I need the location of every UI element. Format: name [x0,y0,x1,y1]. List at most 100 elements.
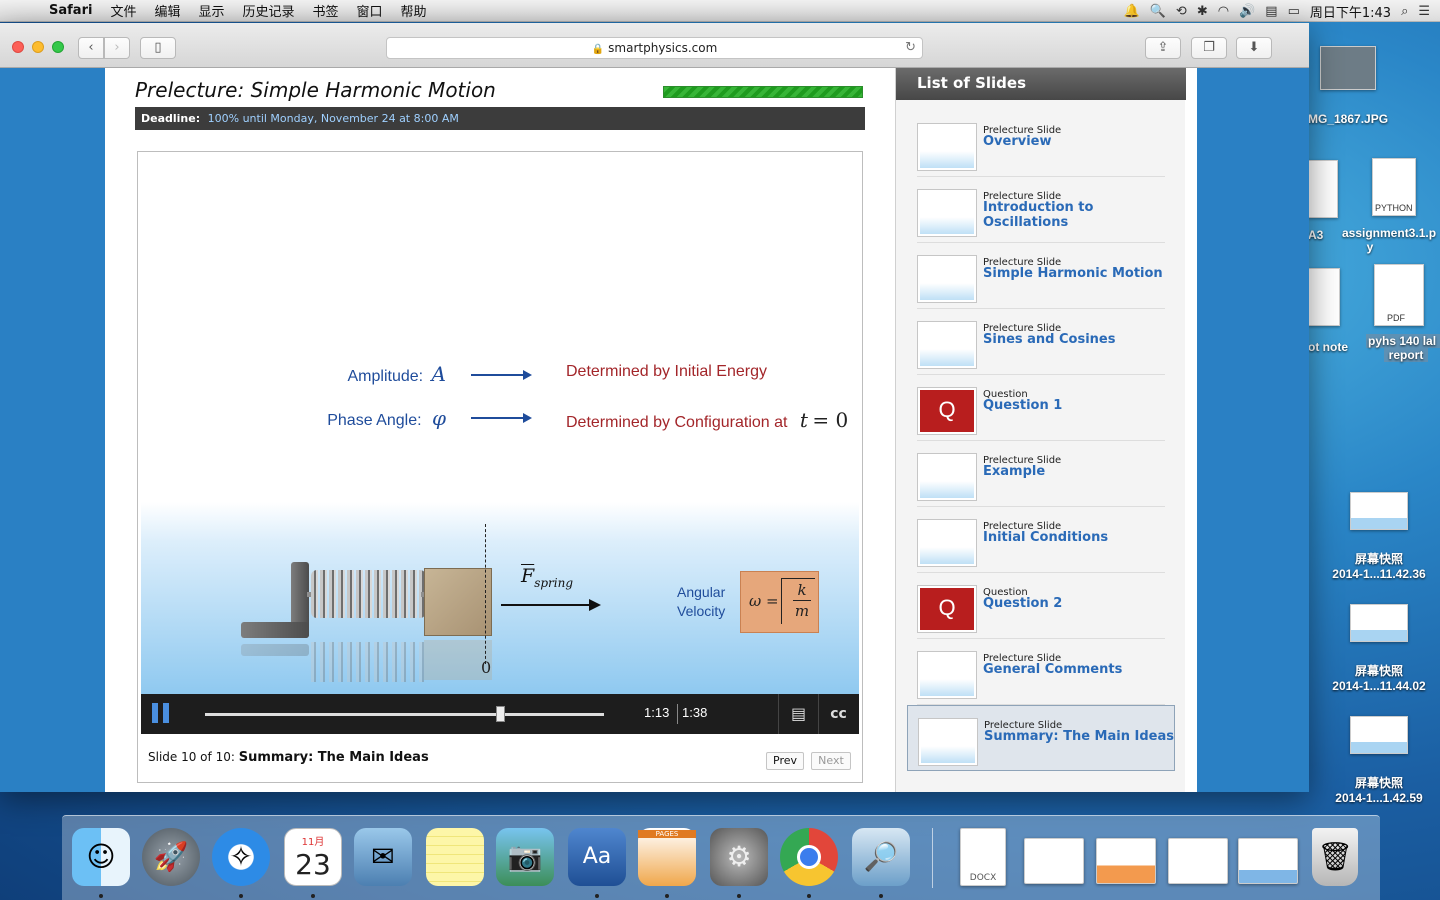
slide-item-initial-conditions[interactable]: Prelecture Slide Initial Conditions [917,507,1165,573]
recent-window-thumb-3[interactable] [1168,838,1228,884]
phase-explanation-text: Determined by Configuration at [566,414,788,431]
phase-explanation: Determined by Configuration at t = 0 [566,408,848,432]
pages-icon[interactable]: PAGES [638,828,696,886]
sidebar-toggle-button[interactable]: ▯ [140,37,176,59]
wifi-icon[interactable]: ◠ [1218,4,1229,19]
preview-icon[interactable]: 🔎 [852,828,910,886]
mail-icon[interactable]: ✉ [354,828,412,886]
desktop-item-label: 屏幕快照 [1354,776,1403,790]
desktop-a3-file[interactable]: A3 [1308,160,1344,242]
menu-bookmarks[interactable]: 书签 [304,1,348,20]
running-indicator [239,894,243,898]
slide-thumbnail-content [921,721,975,763]
question-q-icon: Q [920,390,974,432]
slide-item-example[interactable]: Prelecture Slide Example [917,441,1165,507]
slide-item-intro-oscillations[interactable]: Prelecture Slide Introduction to Oscillat… [917,177,1165,243]
address-bar[interactable]: 🔒 smartphysics.com ↻ [386,37,923,59]
slide-item-name: Sines and Cosines [983,332,1116,347]
launchpad-icon[interactable]: 🚀 [142,828,200,886]
trash-icon[interactable]: 🗑 [1312,828,1358,886]
desktop-item-label: pyhs 140 lal [1366,334,1440,348]
desktop-image-file[interactable]: MG_1867.JPG [1308,46,1440,126]
fraction: k m [793,580,811,621]
amplitude-explanation: Determined by Initial Energy [566,363,767,380]
time-machine-icon[interactable]: ⟲ [1176,4,1187,19]
closed-captions-icon[interactable]: cc [818,694,858,734]
docx-label: DOCX [969,873,997,883]
minimize-window-icon[interactable] [32,41,44,53]
phase-condition-t: t [799,408,808,432]
menu-help[interactable]: 帮助 [392,1,436,20]
desktop-pdf-file[interactable]: PDF pyhs 140 lal report [1366,264,1440,362]
search-status-icon[interactable]: 🔍 [1150,4,1166,19]
slide-canvas[interactable]: Amplitude: A Determined by Initial Energ… [141,152,859,694]
slide-item-sines-cosines[interactable]: Prelecture Slide Sines and Cosines [917,309,1165,375]
recent-window-thumb-1[interactable] [1024,838,1084,884]
menu-edit[interactable]: 编辑 [145,1,189,20]
recent-window-thumb-2[interactable] [1096,838,1156,884]
bluetooth-icon[interactable]: ✱ [1197,4,1208,19]
slide-thumbnail [917,519,977,567]
spotlight-icon[interactable]: ⌕ [1401,4,1408,19]
seek-handle[interactable] [496,706,506,722]
back-button[interactable]: ‹ [78,37,104,59]
input-flag-icon[interactable]: ▤ [1265,4,1277,19]
next-button[interactable]: Next [811,752,851,770]
slide-item-question-2[interactable]: Q Question Question 2 [917,573,1165,639]
share-button[interactable]: ⇪ [1145,37,1181,59]
downloads-button[interactable]: ⬇ [1236,37,1272,59]
volume-icon[interactable]: 🔊 [1239,4,1255,19]
desktop-screenshot-1[interactable]: 屏幕快照 2014-1...11.42.36 [1320,492,1438,581]
amplitude-arrow [471,370,532,380]
slide-item-general-comments[interactable]: Prelecture Slide General Comments [917,639,1165,705]
finder-icon[interactable]: ☺ [72,828,130,886]
reload-icon[interactable]: ↻ [905,38,916,58]
slide-item-question-1[interactable]: Q Question Question 1 [917,375,1165,441]
dictionary-icon[interactable]: Aa [568,828,626,886]
document-icon [1308,160,1338,218]
phase-condition-value: = 0 [812,408,849,432]
transcript-icon[interactable]: ▤ [778,694,818,734]
menu-app-name[interactable]: Safari [40,3,101,18]
spring [311,570,426,618]
desktop-screenshot-3[interactable]: 屏幕快照 2014-1...1.42.59 [1320,716,1438,805]
slide-item-summary[interactable]: Prelecture Slide Summary: The Main Ideas [907,705,1175,771]
notes-icon[interactable] [426,828,484,886]
menu-history[interactable]: 历史记录 [233,1,303,20]
docx-file-icon[interactable]: DOCX [960,828,1006,886]
battery-icon[interactable]: ▭ [1288,4,1300,19]
mass-block [424,568,492,636]
close-window-icon[interactable] [12,41,24,53]
amplitude-symbol: A [431,362,446,386]
recent-window-thumb-4[interactable] [1238,838,1298,884]
wall-reflection [241,644,309,656]
pause-icon[interactable] [152,703,172,725]
tabs-overview-button[interactable]: ❐ [1191,37,1227,59]
slide-item-shm[interactable]: Prelecture Slide Simple Harmonic Motion [917,243,1165,309]
iphoto-icon[interactable]: 📷 [496,828,554,886]
seek-bar[interactable] [205,713,604,716]
menu-window[interactable]: 窗口 [348,1,392,20]
slide-thumbnail-content [920,456,974,498]
slide-thumbnail-content [920,192,974,234]
running-indicator [879,894,883,898]
system-preferences-icon[interactable]: ⚙ [710,828,768,886]
menu-file[interactable]: 文件 [101,1,145,20]
desktop-screenshot-2[interactable]: 屏幕快照 2014-1...11.44.02 [1320,604,1438,693]
fraction-numerator: k [793,580,811,601]
chrome-icon[interactable] [780,828,838,886]
menu-view[interactable]: 显示 [189,1,233,20]
slide-viewer: Amplitude: A Determined by Initial Energ… [137,151,863,783]
web-content: Prelecture: Simple Harmonic Motion Deadl… [0,68,1309,792]
desktop-note-file[interactable]: ot note [1308,268,1358,354]
notification-center-icon[interactable]: ☰ [1418,4,1430,19]
slide-item-overview[interactable]: Prelecture Slide Overview [917,111,1165,177]
forward-button[interactable]: › [104,37,130,59]
notification-bell-icon[interactable]: 🔔 [1124,4,1140,19]
desktop-python-file[interactable]: PYTHON assignment3.1.p y [1342,158,1440,254]
zoom-window-icon[interactable] [52,41,64,53]
prev-button[interactable]: Prev [766,752,804,770]
calendar-icon[interactable]: 11月 23 [284,828,342,886]
safari-icon[interactable]: ✧ [212,828,270,886]
menu-clock[interactable]: 周日下午1:43 [1310,2,1391,21]
